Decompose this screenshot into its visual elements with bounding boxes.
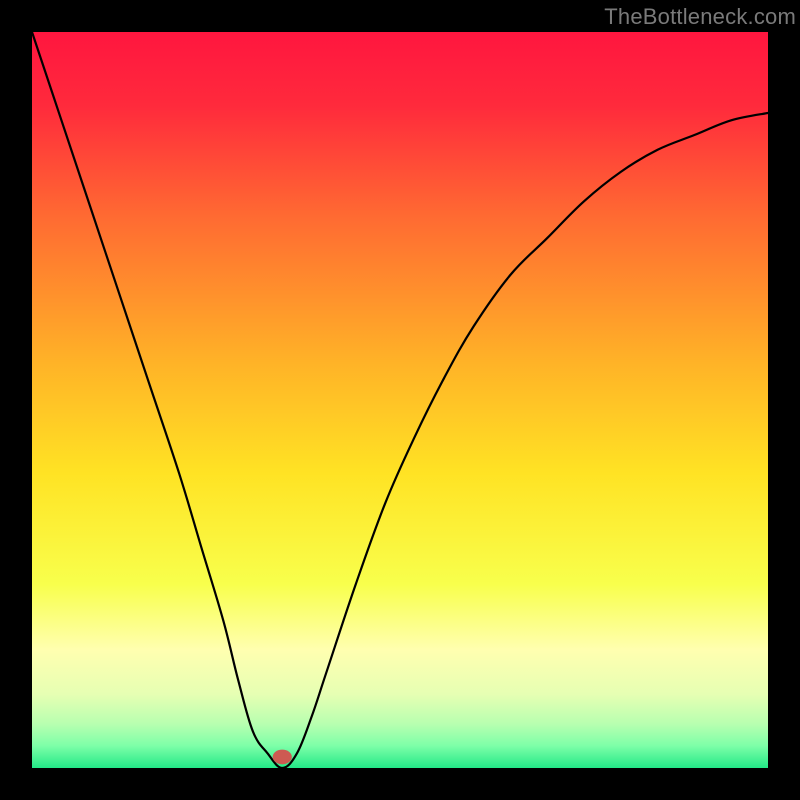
- plot-area: [32, 32, 768, 768]
- chart-frame: TheBottleneck.com: [0, 0, 800, 800]
- watermark-text: TheBottleneck.com: [604, 4, 796, 30]
- gradient-background: [32, 32, 768, 768]
- chart-svg: [32, 32, 768, 768]
- optimal-point-marker: [273, 750, 292, 765]
